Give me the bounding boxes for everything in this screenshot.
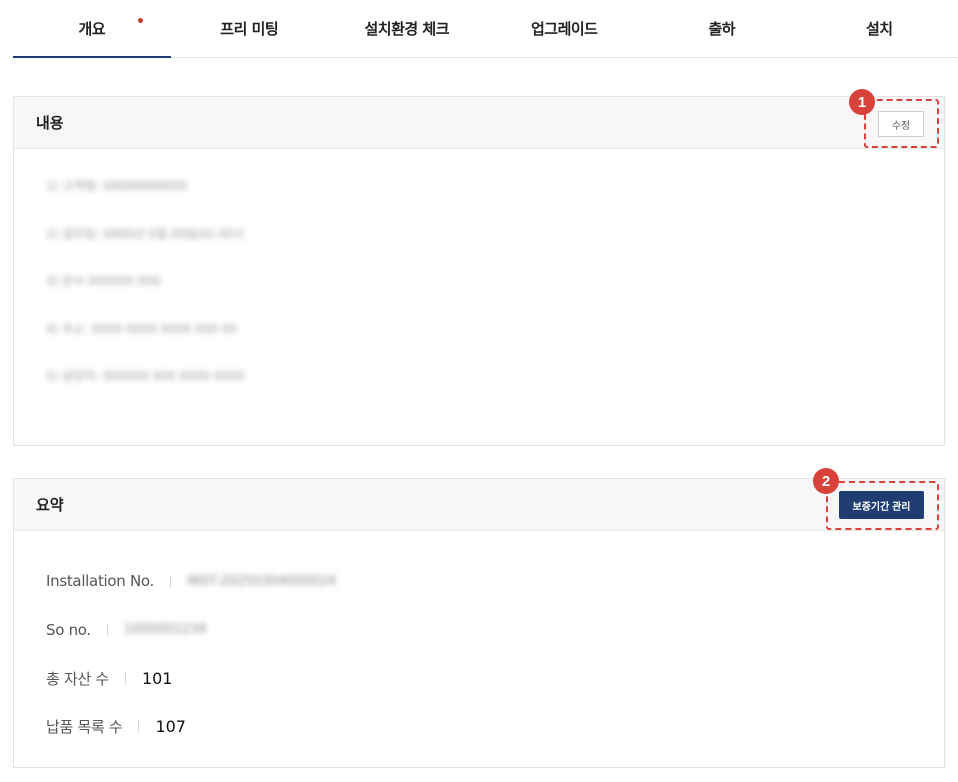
step-marker-1: 1 <box>849 89 875 115</box>
content-body: 1) 고객명: 00000000000 2) 설치일: 0000년 0월 00일… <box>14 149 944 412</box>
tab-label: 출하 <box>708 20 736 38</box>
summary-value: 1000001234 <box>123 622 207 638</box>
tab-environment-check[interactable]: 설치환경 체크 <box>328 0 486 57</box>
summary-row-delivery-items: 납품 목록 수 107 <box>46 703 944 752</box>
tab-label: 업그레이드 <box>530 20 598 38</box>
summary-panel: 요약 보증기간 관리 Installation No. INST-2025030… <box>13 478 945 768</box>
summary-panel-header: 요약 보증기간 관리 <box>14 479 944 531</box>
tab-label: 설치 <box>865 20 893 38</box>
content-line: 5) 담당자: 000000 000 0000 0000 <box>46 369 245 383</box>
summary-label: So no. <box>46 620 91 639</box>
summary-list: Installation No. INST-20250304000024 So … <box>14 531 944 751</box>
divider <box>124 671 126 685</box>
divider <box>138 720 140 734</box>
tab-upgrade[interactable]: 업그레이드 <box>486 0 644 57</box>
summary-label: 총 자산 수 <box>46 669 109 688</box>
tab-overview[interactable]: 개요 <box>13 0 171 58</box>
content-line: 1) 고객명: 00000000000 <box>46 179 188 193</box>
divider <box>169 574 171 588</box>
tab-installation[interactable]: 설치 <box>801 0 958 57</box>
summary-value: 101 <box>141 668 173 688</box>
summary-label: 납품 목록 수 <box>46 718 123 737</box>
tab-label: 설치환경 체크 <box>364 20 450 38</box>
warranty-button-highlight <box>826 481 939 530</box>
notification-dot <box>138 18 143 23</box>
summary-label: Installation No. <box>46 572 154 591</box>
content-panel-title: 내용 <box>36 114 64 132</box>
tab-pre-meeting[interactable]: 프리 미팅 <box>171 0 329 57</box>
summary-row-total-assets: 총 자산 수 101 <box>46 654 944 703</box>
summary-value: INST-20250304000024 <box>186 573 336 589</box>
tab-bar: 개요 프리 미팅 설치환경 체크 업그레이드 출하 설치 <box>13 0 958 58</box>
summary-row-so-no: So no. 1000001234 <box>46 606 944 655</box>
step-marker-2: 2 <box>813 468 839 494</box>
divider <box>106 623 108 637</box>
tab-label: 개요 <box>78 20 106 38</box>
tab-shipping[interactable]: 출하 <box>643 0 801 57</box>
content-line: 3) 본사 000000 000 <box>46 274 161 288</box>
edit-button-highlight <box>864 99 939 148</box>
summary-row-installation-no: Installation No. INST-20250304000024 <box>46 557 944 606</box>
summary-panel-title: 요약 <box>36 496 64 514</box>
tab-label: 프리 미팅 <box>220 20 279 38</box>
content-line: 2) 설치일: 0000년 0월 00일(0) 00시 <box>46 226 245 241</box>
content-panel-header: 내용 수정 <box>14 97 944 149</box>
content-line: 4) 주소: 0000 0000 0000 000 00 <box>46 321 238 336</box>
content-panel: 내용 수정 1) 고객명: 00000000000 2) 설치일: 0000년 … <box>13 96 945 446</box>
summary-value: 107 <box>155 717 186 737</box>
